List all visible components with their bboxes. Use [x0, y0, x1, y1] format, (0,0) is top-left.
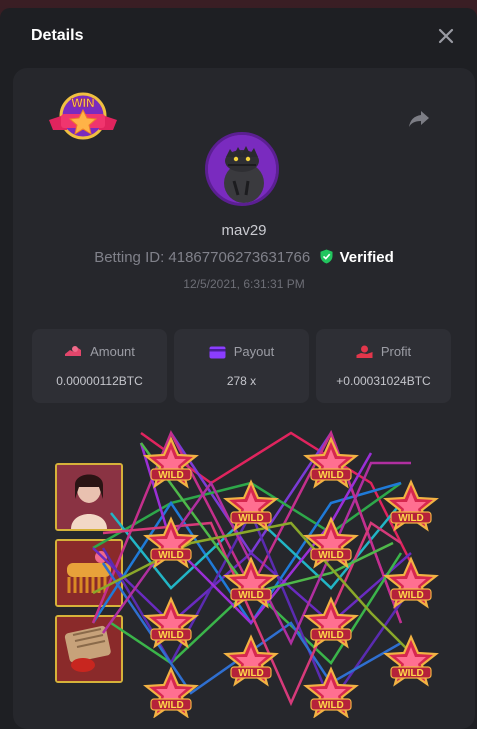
username: mav29 — [221, 222, 267, 239]
win-badge: WIN — [47, 90, 119, 148]
profit-hand-icon — [356, 345, 373, 358]
profit-label: Profit — [380, 344, 412, 359]
close-button[interactable] — [435, 25, 457, 47]
profit-value: +0.00031024BTC — [336, 374, 431, 388]
amount-card: Amount 0.00000112BTC — [32, 329, 167, 403]
win-badge-text: WIN — [71, 96, 94, 110]
shield-check-icon — [320, 249, 333, 264]
payout-value: 278 x — [226, 374, 257, 388]
payout-card: Payout 278 x — [174, 329, 309, 403]
details-panel: WIN mav29 Betting ID: 41867706 — [13, 68, 475, 729]
card-icon — [209, 346, 226, 359]
amount-icon — [65, 346, 82, 356]
bet-timestamp: 12/5/2021, 6:31:31 PM — [183, 277, 305, 291]
profit-card: Profit +0.00031024BTC — [316, 329, 451, 403]
verified-label: Verified — [339, 249, 394, 266]
payout-label: Payout — [233, 344, 275, 359]
close-icon — [438, 28, 454, 44]
details-modal: Details WIN mav29 Betting ID: 4186770627… — [0, 8, 477, 729]
share-button[interactable] — [407, 108, 431, 130]
betting-id-row: Betting ID: 418677062736317​66 Verified — [13, 249, 475, 266]
amount-value: 0.00000112BTC — [56, 374, 143, 388]
wild-symbols: WILD — [144, 437, 438, 718]
avatar — [205, 132, 279, 206]
modal-title: Details — [31, 27, 84, 44]
game-result-board: WILD — [53, 423, 443, 718]
amount-label: Amount — [90, 344, 135, 359]
betting-id: Betting ID: 418677062736317​66 — [94, 249, 311, 266]
share-icon — [409, 111, 429, 127]
modal-header: Details — [0, 8, 477, 66]
